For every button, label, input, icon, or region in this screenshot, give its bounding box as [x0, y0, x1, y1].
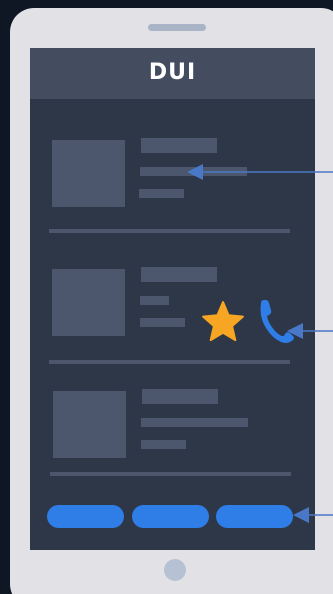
text-line-placeholder [139, 189, 184, 198]
app-mockup-illustration: DUI [0, 0, 333, 594]
text-line-placeholder [141, 418, 248, 427]
phone-speaker [148, 24, 206, 31]
text-line-placeholder [140, 318, 185, 327]
title-placeholder [141, 267, 217, 282]
bottom-button-3[interactable] [216, 505, 293, 528]
title-placeholder [141, 138, 217, 153]
list-divider [49, 360, 290, 364]
thumbnail-placeholder [53, 391, 126, 458]
app-logo: DUI [148, 60, 197, 85]
text-line-placeholder [140, 167, 247, 176]
thumbnail-placeholder [52, 140, 125, 207]
thumbnail-placeholder [52, 269, 125, 336]
list-divider [50, 472, 291, 476]
list-divider [49, 229, 290, 233]
star-icon[interactable] [202, 300, 244, 342]
text-line-placeholder [140, 296, 169, 305]
home-button[interactable] [164, 559, 186, 581]
bottom-button-1[interactable] [47, 505, 124, 528]
app-header: DUI [30, 48, 315, 99]
phone-icon[interactable] [255, 297, 295, 345]
bottom-button-2[interactable] [132, 505, 209, 528]
text-line-placeholder [141, 440, 186, 449]
title-placeholder [142, 389, 218, 404]
